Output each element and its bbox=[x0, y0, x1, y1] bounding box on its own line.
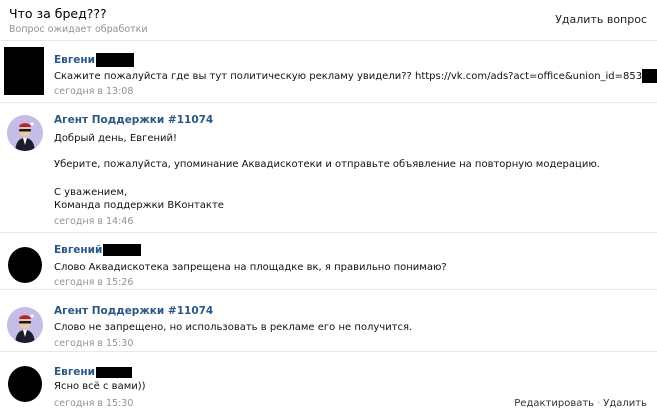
message-item: Евгени Ясно всё с вами)) сегодня в 15:30… bbox=[0, 351, 657, 420]
message-text: Команда поддержки ВКонтакте bbox=[54, 200, 224, 211]
question-header: Что за бред??? Вопрос ожидает обработки … bbox=[0, 0, 657, 40]
redacted-block bbox=[96, 366, 133, 378]
message-item: Агент Поддержки #11074 Добрый день, Евге… bbox=[0, 102, 657, 232]
message-author[interactable]: Агент Поддержки #11074 bbox=[54, 114, 213, 126]
agent-avatar[interactable] bbox=[7, 307, 43, 343]
redacted-block bbox=[103, 244, 142, 256]
message-time[interactable]: сегодня в 14:46 bbox=[54, 216, 133, 227]
avatar[interactable] bbox=[8, 247, 42, 283]
message-item: Евгени Скажите пожалуйста где вы тут пол… bbox=[0, 40, 657, 102]
delete-message-button[interactable]: Удалить bbox=[603, 398, 647, 409]
message-item: Евгений Слово Аквадискотека запрещена на… bbox=[0, 232, 657, 289]
message-author[interactable]: Евгени bbox=[54, 366, 133, 378]
message-item: Агент Поддержки #11074 Слово не запрещен… bbox=[0, 289, 657, 351]
message-text: С уважением, bbox=[54, 187, 128, 198]
question-title: Что за бред??? bbox=[9, 6, 107, 21]
message-text: Слово не запрещено, но использовать в ре… bbox=[54, 322, 413, 333]
redacted-block bbox=[642, 69, 657, 83]
message-text: Слово Аквадискотека запрещена на площадк… bbox=[54, 262, 447, 273]
message-author[interactable]: Агент Поддержки #11074 bbox=[54, 305, 213, 317]
separator-dot: · bbox=[597, 398, 601, 409]
message-time[interactable]: сегодня в 13:08 bbox=[54, 86, 133, 97]
message-time[interactable]: сегодня в 15:26 bbox=[54, 277, 133, 288]
agent-icon bbox=[7, 115, 43, 151]
message-text: Уберите, пожалуйста, упоминание Аквадиск… bbox=[54, 159, 600, 170]
message-time[interactable]: сегодня в 15:30 bbox=[54, 398, 133, 409]
edit-message-button[interactable]: Редактировать bbox=[514, 398, 594, 409]
avatar[interactable] bbox=[4, 47, 44, 95]
message-text: Добрый день, Евгений! bbox=[54, 133, 178, 144]
delete-question-button[interactable]: Удалить вопрос bbox=[555, 13, 647, 26]
message-author[interactable]: Евгений bbox=[54, 244, 142, 256]
message-author[interactable]: Евгени bbox=[54, 53, 135, 67]
redacted-block bbox=[96, 53, 135, 67]
avatar[interactable] bbox=[8, 366, 42, 402]
question-status: Вопрос ожидает обработки bbox=[9, 24, 148, 35]
message-text: Скажите пожалуйста где вы тут политическ… bbox=[54, 69, 657, 83]
message-actions: Редактировать · Удалить bbox=[514, 398, 647, 409]
message-time[interactable]: сегодня в 15:30 bbox=[54, 338, 133, 349]
agent-icon bbox=[7, 307, 43, 343]
agent-avatar[interactable] bbox=[7, 115, 43, 151]
message-text: Ясно всё с вами)) bbox=[54, 381, 146, 392]
